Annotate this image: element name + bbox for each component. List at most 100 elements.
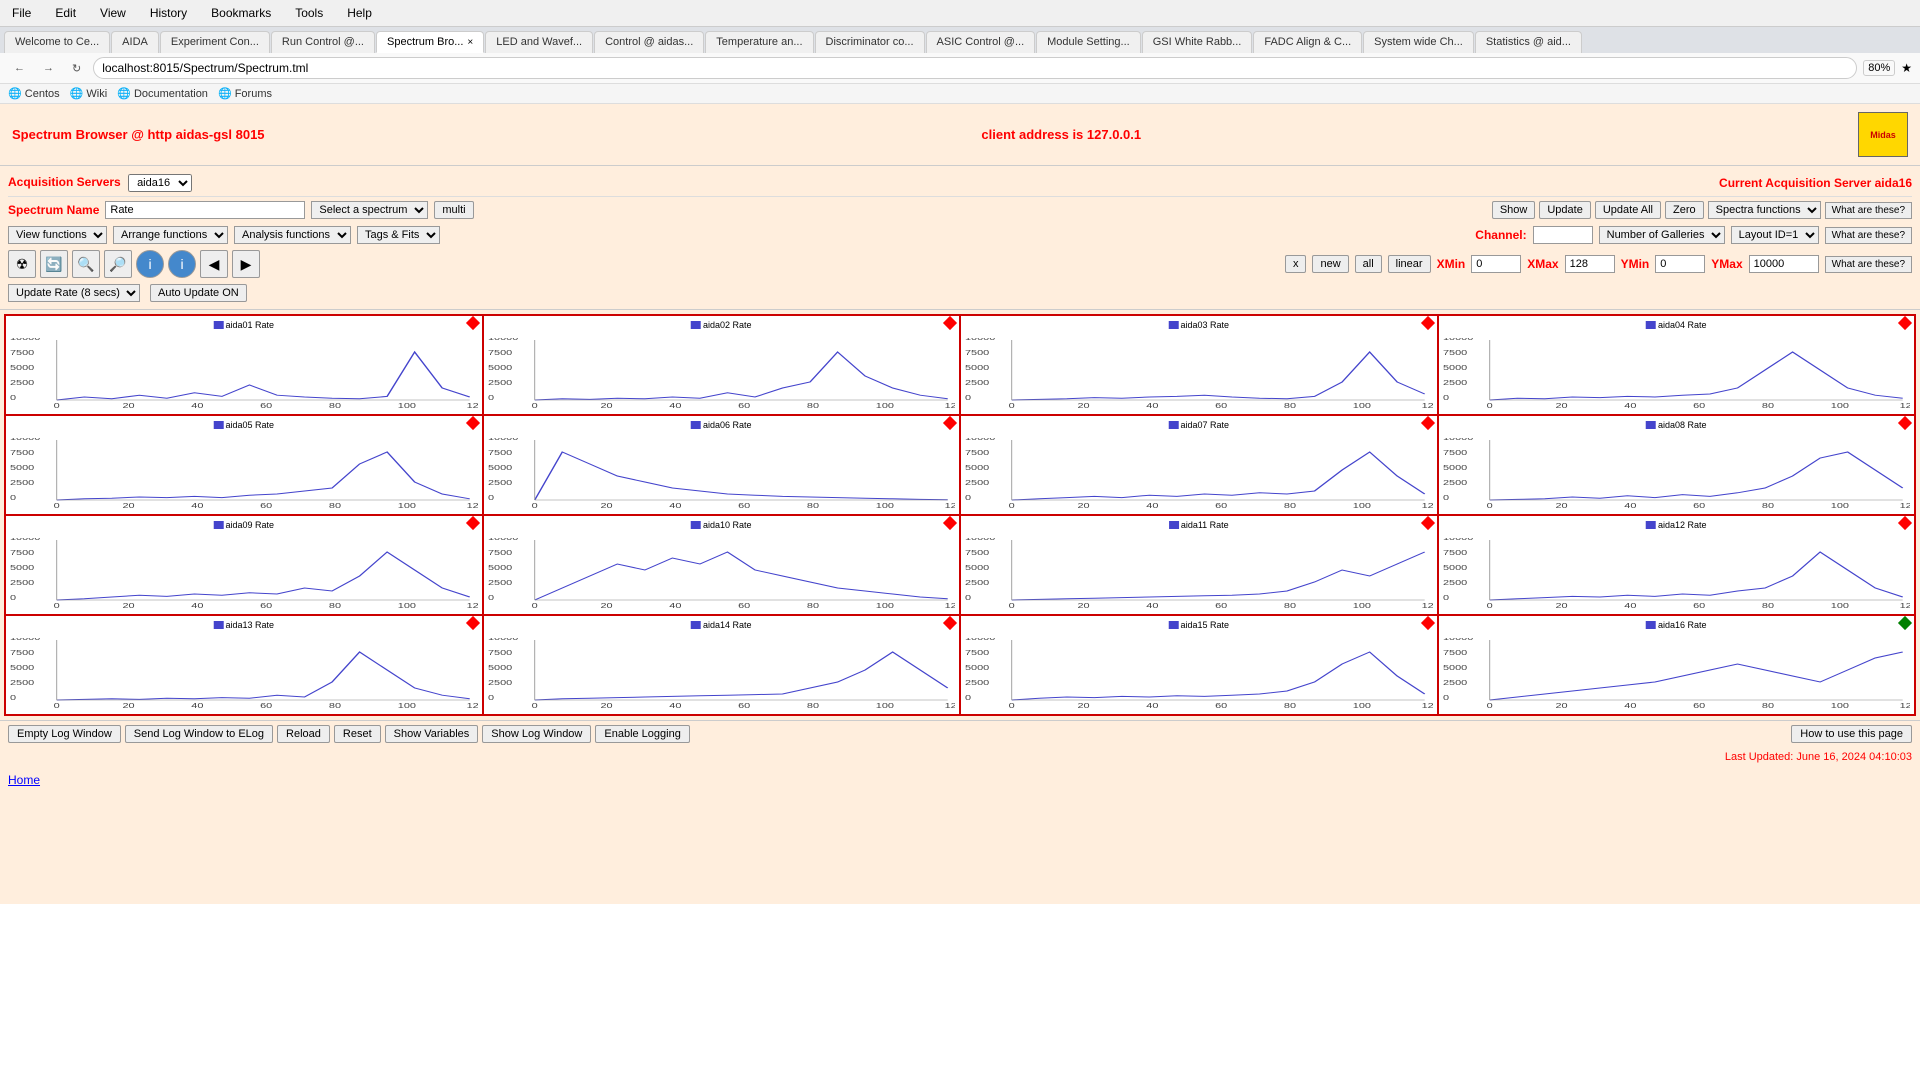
chart-cell-aida05[interactable]: aida05 Rate10000750050002500002040608010… (5, 415, 483, 515)
empty-log-button[interactable]: Empty Log Window (8, 725, 121, 743)
radiation-icon-button[interactable]: ☢ (8, 250, 36, 278)
number-galleries-dropdown[interactable]: Number of Galleries (1599, 226, 1725, 244)
chart-cell-aida16[interactable]: aida16 Rate10000750050002500002040608010… (1438, 615, 1916, 715)
menu-file[interactable]: File (8, 4, 35, 22)
tab-spectrum-bro...[interactable]: Spectrum Bro...× (376, 31, 484, 53)
select-spectrum-dropdown[interactable]: Select a spectrum (311, 201, 428, 219)
xmax-input[interactable] (1565, 255, 1615, 273)
bookmark-star-icon[interactable]: ★ (1901, 61, 1912, 75)
address-input[interactable] (93, 57, 1857, 79)
tags-fits-dropdown[interactable]: Tags & Fits (357, 226, 440, 244)
show-log-button[interactable]: Show Log Window (482, 725, 591, 743)
tab-control-@-aidas...[interactable]: Control @ aidas... (594, 31, 704, 53)
tab-gsi-white-rabb...[interactable]: GSI White Rabb... (1142, 31, 1253, 53)
tab-temperature-an...[interactable]: Temperature an... (705, 31, 813, 53)
tab-experiment-con...[interactable]: Experiment Con... (160, 31, 270, 53)
reset-button[interactable]: Reset (334, 725, 381, 743)
chart-cell-aida12[interactable]: aida12 Rate10000750050002500002040608010… (1438, 515, 1916, 615)
what-these-1-button[interactable]: What are these? (1825, 202, 1912, 219)
update-button[interactable]: Update (1539, 201, 1590, 219)
reload-button[interactable]: ↻ (66, 60, 87, 77)
chart-cell-aida01[interactable]: aida01 Rate10000750050002500002040608010… (5, 315, 483, 415)
ymax-input[interactable] (1749, 255, 1819, 273)
chart-cell-aida10[interactable]: aida10 Rate10000750050002500002040608010… (483, 515, 961, 615)
left-arrow-icon-button[interactable]: ◀ (200, 250, 228, 278)
chart-cell-aida02[interactable]: aida02 Rate10000750050002500002040608010… (483, 315, 961, 415)
bookmark-forums[interactable]: 🌐 Forums (218, 87, 272, 100)
show-variables-button[interactable]: Show Variables (385, 725, 479, 743)
tab-run-control-@...[interactable]: Run Control @... (271, 31, 375, 53)
acq-server-select[interactable]: aida16 (128, 174, 192, 192)
tab-welcome-to-ce...[interactable]: Welcome to Ce... (4, 31, 110, 53)
what-these-3-button[interactable]: What are these? (1825, 256, 1912, 273)
chart-cell-aida13[interactable]: aida13 Rate10000750050002500002040608010… (5, 615, 483, 715)
chart-cell-aida08[interactable]: aida08 Rate10000750050002500002040608010… (1438, 415, 1916, 515)
tab-fadc-align-&-c...[interactable]: FADC Align & C... (1253, 31, 1362, 53)
menu-help[interactable]: Help (343, 4, 376, 22)
chart-legend-aida15: aida15 Rate (1168, 620, 1229, 630)
right-arrow-icon-button[interactable]: ▶ (232, 250, 260, 278)
show-button[interactable]: Show (1492, 201, 1536, 219)
tab-close-icon[interactable]: × (467, 37, 473, 48)
zero-button[interactable]: Zero (1665, 201, 1704, 219)
ymin-input[interactable] (1655, 255, 1705, 273)
legend-color-aida05 (213, 421, 223, 429)
chart-cell-aida09[interactable]: aida09 Rate10000750050002500002040608010… (5, 515, 483, 615)
reload-button-bottom[interactable]: Reload (277, 725, 330, 743)
chart-cell-aida06[interactable]: aida06 Rate10000750050002500002040608010… (483, 415, 961, 515)
multi-button[interactable]: multi (434, 201, 473, 219)
home-link[interactable]: Home (8, 773, 40, 787)
menu-history[interactable]: History (146, 4, 191, 22)
tab-led-and-wavef...[interactable]: LED and Wavef... (485, 31, 593, 53)
tab-aida[interactable]: AIDA (111, 31, 159, 53)
spectrum-name-input[interactable] (105, 201, 305, 219)
layout-dropdown[interactable]: Layout ID=1 (1731, 226, 1819, 244)
tab-statistics-@-aid...[interactable]: Statistics @ aid... (1475, 31, 1582, 53)
forward-button[interactable]: → (37, 60, 60, 76)
svg-text:60: 60 (1215, 402, 1227, 408)
new-button[interactable]: new (1312, 255, 1348, 273)
view-functions-dropdown[interactable]: View functions (8, 226, 107, 244)
info2-icon-button[interactable]: i (168, 250, 196, 278)
bookmark-documentation[interactable]: 🌐 Documentation (117, 87, 208, 100)
send-elog-button[interactable]: Send Log Window to ELog (125, 725, 273, 743)
xmin-input[interactable] (1471, 255, 1521, 273)
tab-system-wide-ch...[interactable]: System wide Ch... (1363, 31, 1474, 53)
analysis-functions-dropdown[interactable]: Analysis functions (234, 226, 351, 244)
tab-asic-control-@...[interactable]: ASIC Control @... (926, 31, 1036, 53)
zoom-out-icon-button[interactable]: 🔎 (104, 250, 132, 278)
all-button[interactable]: all (1355, 255, 1382, 273)
menu-bookmarks[interactable]: Bookmarks (207, 4, 275, 22)
enable-logging-button[interactable]: Enable Logging (595, 725, 689, 743)
back-button[interactable]: ← (8, 60, 31, 76)
acq-left: Acquisition Servers aida16 (8, 174, 192, 192)
arrange-functions-dropdown[interactable]: Arrange functions (113, 226, 228, 244)
chart-cell-aida11[interactable]: aida11 Rate10000750050002500002040608010… (960, 515, 1438, 615)
chart-cell-aida07[interactable]: aida07 Rate10000750050002500002040608010… (960, 415, 1438, 515)
menu-view[interactable]: View (96, 4, 130, 22)
auto-update-button[interactable]: Auto Update ON (150, 284, 247, 302)
update-all-button[interactable]: Update All (1595, 201, 1661, 219)
update-rate-dropdown[interactable]: Update Rate (8 secs) (8, 284, 140, 302)
what-these-2-button[interactable]: What are these? (1825, 227, 1912, 244)
menu-tools[interactable]: Tools (291, 4, 327, 22)
spectra-functions-dropdown[interactable]: Spectra functions (1708, 201, 1821, 219)
x-button[interactable]: x (1285, 255, 1307, 273)
menu-edit[interactable]: Edit (51, 4, 80, 22)
chart-cell-aida04[interactable]: aida04 Rate10000750050002500002040608010… (1438, 315, 1916, 415)
channel-input[interactable] (1533, 226, 1593, 244)
chart-diamond-aida04 (1898, 316, 1912, 330)
tab-discriminator-co...[interactable]: Discriminator co... (815, 31, 925, 53)
how-use-button[interactable]: How to use this page (1791, 725, 1912, 743)
tab-module-setting...[interactable]: Module Setting... (1036, 31, 1141, 53)
info-icon-button[interactable]: i (136, 250, 164, 278)
bookmark-wiki[interactable]: 🌐 Wiki (70, 87, 108, 100)
ymin-label: YMin (1621, 257, 1650, 271)
refresh-icon-button[interactable]: 🔄 (40, 250, 68, 278)
bookmark-centos[interactable]: 🌐 Centos (8, 87, 60, 100)
chart-cell-aida14[interactable]: aida14 Rate10000750050002500002040608010… (483, 615, 961, 715)
zoom-in-icon-button[interactable]: 🔍 (72, 250, 100, 278)
chart-cell-aida03[interactable]: aida03 Rate10000750050002500002040608010… (960, 315, 1438, 415)
linear-button[interactable]: linear (1388, 255, 1431, 273)
chart-cell-aida15[interactable]: aida15 Rate10000750050002500002040608010… (960, 615, 1438, 715)
